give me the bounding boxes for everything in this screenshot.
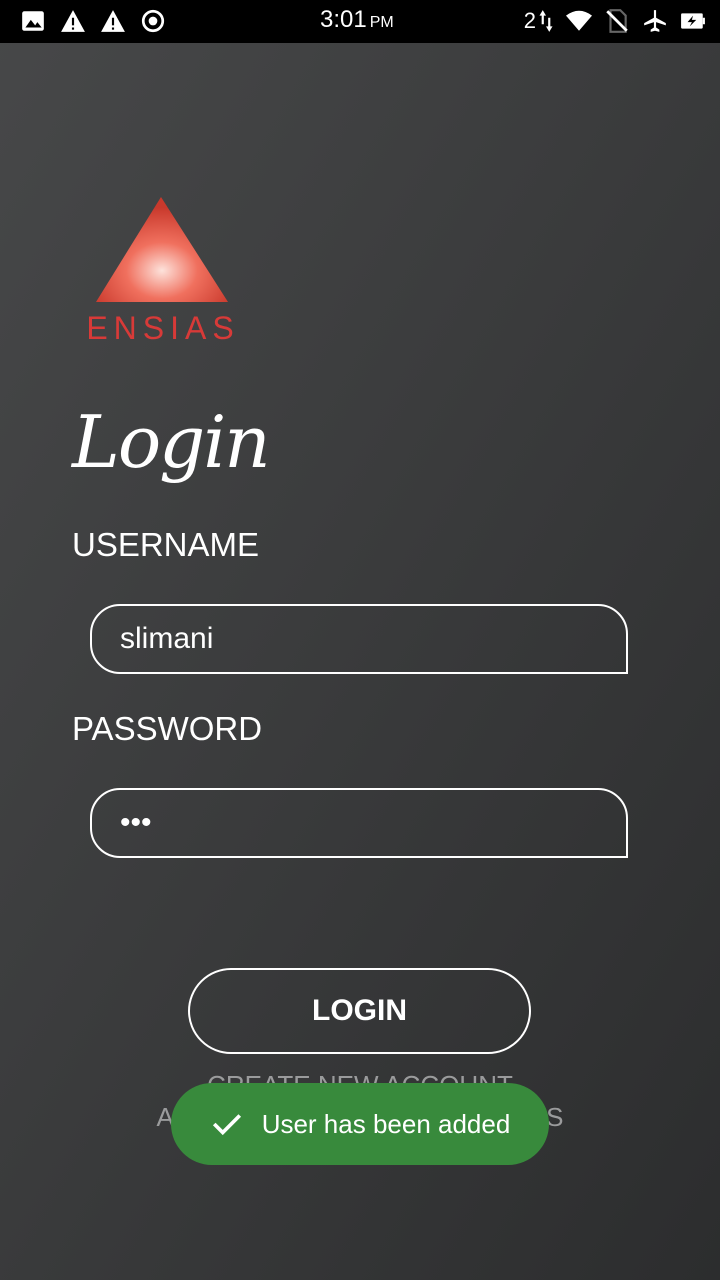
check-icon — [212, 1114, 241, 1136]
time-text: 3:01 — [320, 6, 367, 33]
battery-icon — [681, 13, 705, 29]
data-arrows-icon — [539, 10, 553, 32]
status-icons-left — [20, 8, 166, 34]
password-field[interactable] — [90, 788, 628, 858]
airplane-icon — [644, 10, 666, 32]
status-time: 3:01 PM — [320, 6, 394, 34]
wifi-icon — [566, 10, 592, 31]
logo-text: ENSIAS — [86, 310, 240, 346]
password-label: PASSWORD — [72, 710, 263, 747]
username-label: USERNAME — [72, 526, 260, 563]
toast-notification: User has been added — [171, 1083, 549, 1165]
sim-count: 2 — [523, 8, 536, 33]
warning-icon — [61, 10, 85, 32]
record-icon — [141, 9, 165, 33]
username-field[interactable] — [90, 604, 628, 674]
image-icon — [22, 11, 44, 31]
time-ampm: PM — [369, 14, 394, 31]
status-bar: 3:01 PM 2 — [0, 0, 720, 43]
page-title: Login — [72, 400, 271, 484]
no-sim-icon — [606, 9, 628, 33]
status-icons-right: 2 — [524, 8, 706, 34]
login-button[interactable]: LOGIN — [188, 968, 531, 1054]
toast-message: User has been added — [261, 1108, 511, 1139]
warning-icon — [101, 10, 125, 32]
